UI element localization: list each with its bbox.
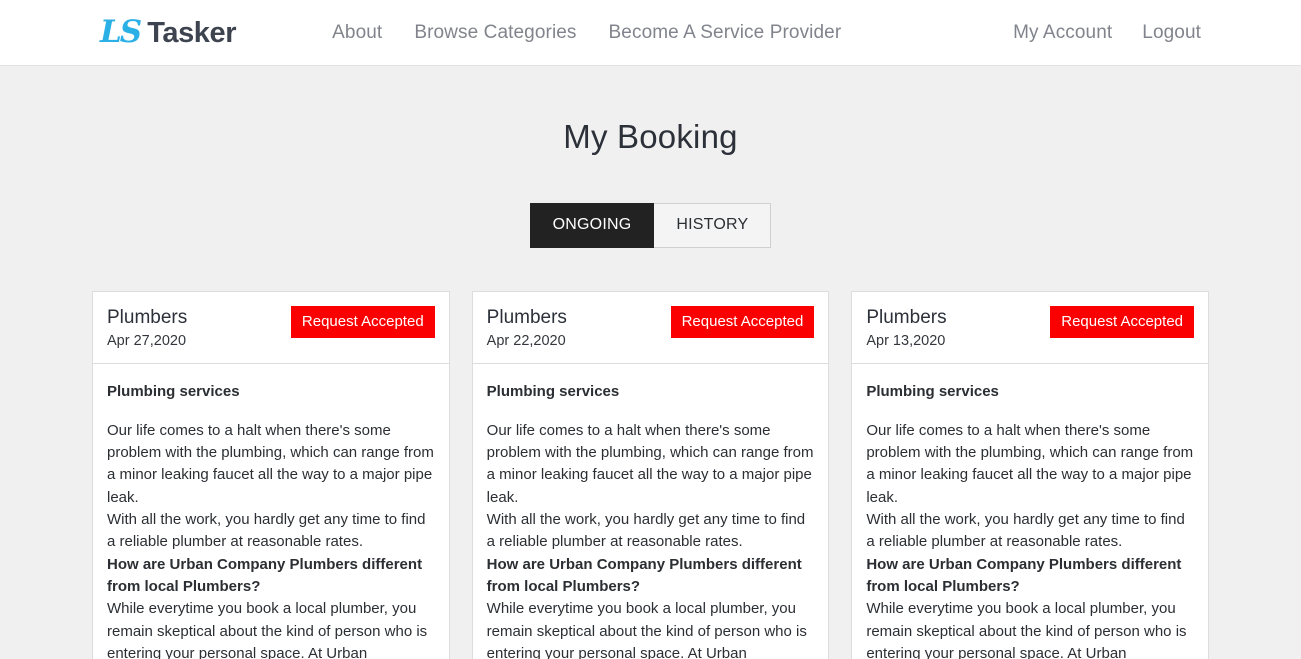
booking-paragraph-3: While everytime you book a local plumber… <box>486 600 807 659</box>
booking-paragraph-2: With all the work, you hardly get any ti… <box>107 510 426 551</box>
booking-paragraph-1: Our life comes to a halt when there's so… <box>866 421 1194 506</box>
booking-card-body: Plumbing services Our life comes to a ha… <box>473 364 829 659</box>
status-badge[interactable]: Request Accepted <box>290 306 435 338</box>
booking-body-title: Plumbing services <box>866 383 999 401</box>
booking-paragraph-2: With all the work, you hardly get any ti… <box>866 510 1185 551</box>
booking-service-name: Plumbers <box>866 307 947 328</box>
booking-card-body: Plumbing services Our life comes to a ha… <box>93 364 449 659</box>
nav-item-browse-categories[interactable]: Browse Categories <box>414 22 576 44</box>
booking-paragraph-1: Our life comes to a halt when there's so… <box>107 421 434 506</box>
booking-card-heading: Plumbers Apr 27,2020 <box>107 306 187 350</box>
booking-card-grid: Plumbers Apr 27,2020 Request Accepted Pl… <box>0 291 1301 659</box>
nav-item-logout[interactable]: Logout <box>1142 22 1201 44</box>
site-header: LS Tasker About Browse Categories Become… <box>0 0 1301 66</box>
booking-card-heading: Plumbers Apr 22,2020 <box>487 306 567 350</box>
booking-card[interactable]: Plumbers Apr 13,2020 Request Accepted Pl… <box>851 291 1210 659</box>
booking-card[interactable]: Plumbers Apr 22,2020 Request Accepted Pl… <box>471 291 830 659</box>
booking-sub-heading: How are Urban Company Plumbers different… <box>866 555 1182 595</box>
booking-date: Apr 27,2020 <box>107 332 187 349</box>
booking-paragraph-1: Our life comes to a halt when there's so… <box>486 421 814 506</box>
booking-paragraph-3: While everytime you book a local plumber… <box>107 600 428 659</box>
brand-logo[interactable]: LS Tasker <box>100 14 237 50</box>
booking-card-header: Plumbers Apr 22,2020 Request Accepted <box>472 292 829 365</box>
booking-body-title: Plumbing services <box>486 383 620 401</box>
booking-card-header: Plumbers Apr 13,2020 Request Accepted <box>852 292 1209 365</box>
secondary-navigation: My Account Logout <box>1013 22 1201 44</box>
booking-card[interactable]: Plumbers Apr 27,2020 Request Accepted Pl… <box>92 291 450 659</box>
nav-item-become-a-service-provider[interactable]: Become A Service Provider <box>609 22 842 44</box>
booking-card-header: Plumbers Apr 27,2020 Request Accepted <box>93 292 449 365</box>
booking-paragraph-2: With all the work, you hardly get any ti… <box>486 510 806 551</box>
booking-sub-heading: How are Urban Company Plumbers different… <box>107 555 423 595</box>
status-badge[interactable]: Request Accepted <box>1050 306 1195 338</box>
booking-card-heading: Plumbers Apr 13,2020 <box>866 306 946 350</box>
nav-item-about[interactable]: About <box>332 22 382 44</box>
booking-tabs: ONGOING HISTORY <box>0 203 1301 248</box>
tab-history[interactable]: HISTORY <box>654 203 772 248</box>
brand-mark-icon: LS <box>100 14 142 50</box>
nav-item-my-account[interactable]: My Account <box>1013 22 1112 44</box>
booking-date: Apr 13,2020 <box>866 332 946 349</box>
booking-service-name: Plumbers <box>486 307 567 328</box>
booking-body-title: Plumbing services <box>107 383 240 401</box>
page-content: My Booking ONGOING HISTORY Plumbers Apr … <box>0 66 1301 659</box>
booking-paragraph-3: While everytime you book a local plumber… <box>866 600 1187 659</box>
booking-card-body: Plumbing services Our life comes to a ha… <box>852 364 1208 659</box>
booking-service-name: Plumbers <box>107 307 188 328</box>
primary-navigation: About Browse Categories Become A Service… <box>332 22 841 44</box>
brand-name: Tasker <box>147 17 237 49</box>
tab-ongoing[interactable]: ONGOING <box>529 203 655 248</box>
booking-sub-heading: How are Urban Company Plumbers different… <box>486 555 802 595</box>
status-badge[interactable]: Request Accepted <box>670 306 815 338</box>
page-title: My Booking <box>563 118 738 155</box>
booking-date: Apr 22,2020 <box>486 332 566 349</box>
